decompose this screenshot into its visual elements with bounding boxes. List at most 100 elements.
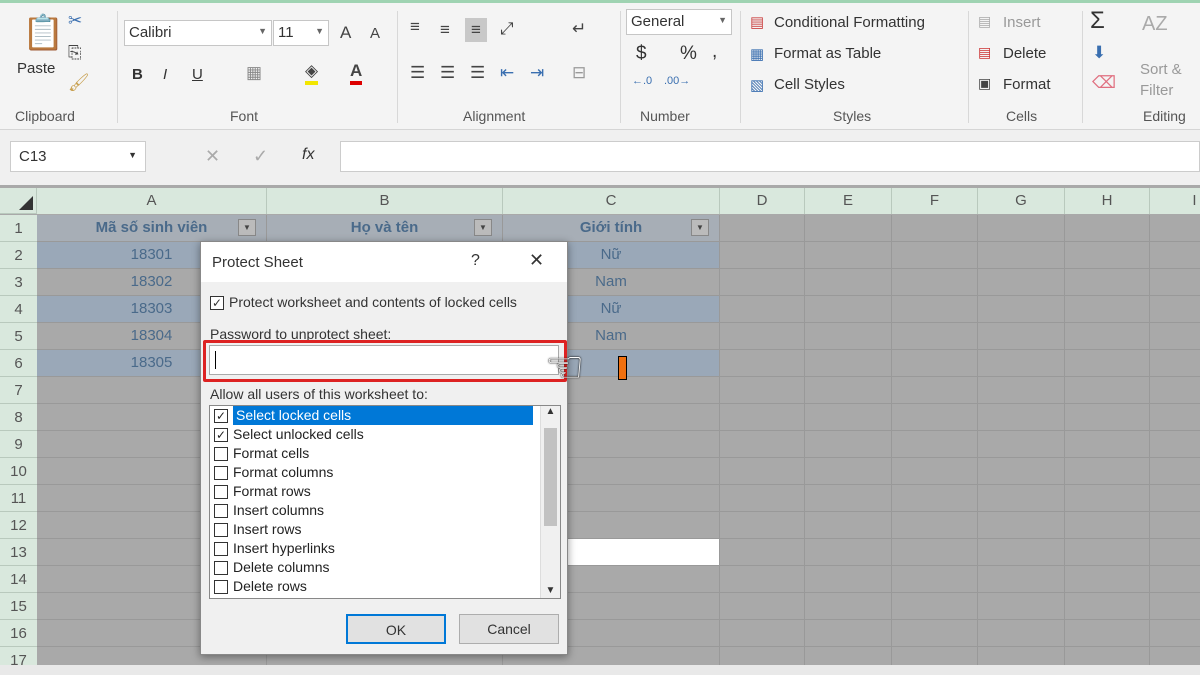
cell-H13[interactable] bbox=[1065, 539, 1150, 566]
borders-icon[interactable]: ▦ bbox=[246, 63, 262, 83]
permission-item[interactable]: Insert hyperlinks bbox=[210, 539, 560, 558]
column-header-b[interactable]: B bbox=[267, 188, 503, 214]
increase-indent-icon[interactable]: ⇥ bbox=[530, 63, 544, 83]
cell-G13[interactable] bbox=[978, 539, 1065, 566]
row-header-4[interactable]: 4 bbox=[0, 296, 37, 323]
table-header[interactable]: Giới tính bbox=[503, 215, 720, 242]
formula-input[interactable] bbox=[340, 141, 1200, 172]
cell-D10[interactable] bbox=[720, 458, 805, 485]
cell-H4[interactable] bbox=[1065, 296, 1150, 323]
cell-E5[interactable] bbox=[805, 323, 892, 350]
row-header-1[interactable]: 1 bbox=[0, 215, 37, 242]
cancel-formula-icon[interactable]: ✕ bbox=[205, 146, 220, 167]
row-header-8[interactable]: 8 bbox=[0, 404, 37, 431]
cell-I11[interactable] bbox=[1150, 485, 1200, 512]
delete-button[interactable]: Delete bbox=[1003, 45, 1046, 62]
cell-I6[interactable] bbox=[1150, 350, 1200, 377]
cell-I8[interactable] bbox=[1150, 404, 1200, 431]
cell-H11[interactable] bbox=[1065, 485, 1150, 512]
cell-H7[interactable] bbox=[1065, 377, 1150, 404]
checkbox-icon[interactable] bbox=[214, 580, 228, 595]
cell-H15[interactable] bbox=[1065, 593, 1150, 620]
filter-dropdown-icon[interactable]: ▼ bbox=[474, 219, 492, 236]
cell-D15[interactable] bbox=[720, 593, 805, 620]
column-header-e[interactable]: E bbox=[805, 188, 892, 214]
cell-styles-button[interactable]: Cell Styles bbox=[774, 76, 845, 93]
row-header-2[interactable]: 2 bbox=[0, 242, 37, 269]
scroll-thumb[interactable] bbox=[544, 428, 557, 526]
checkbox-icon[interactable] bbox=[214, 504, 228, 519]
cell-E11[interactable] bbox=[805, 485, 892, 512]
cell-F12[interactable] bbox=[892, 512, 978, 539]
checkbox-icon[interactable] bbox=[214, 561, 228, 576]
cell-F13[interactable] bbox=[892, 539, 978, 566]
font-size-combo[interactable]: 11 ▼ bbox=[273, 20, 329, 46]
row-header-14[interactable]: 14 bbox=[0, 566, 37, 593]
cell-H8[interactable] bbox=[1065, 404, 1150, 431]
cell-E6[interactable] bbox=[805, 350, 892, 377]
table-header[interactable]: Họ và tên bbox=[267, 215, 503, 242]
cell-G15[interactable] bbox=[978, 593, 1065, 620]
row-header-5[interactable]: 5 bbox=[0, 323, 37, 350]
increase-decimal-icon[interactable]: ←.0 bbox=[632, 75, 652, 87]
row-header-7[interactable]: 7 bbox=[0, 377, 37, 404]
column-header-h[interactable]: H bbox=[1065, 188, 1150, 214]
column-header-g[interactable]: G bbox=[978, 188, 1065, 214]
align-top-icon[interactable]: ≡ bbox=[410, 17, 420, 37]
sort-filter-label-2[interactable]: Filter bbox=[1140, 82, 1173, 99]
cell-I3[interactable] bbox=[1150, 269, 1200, 296]
cell-F4[interactable] bbox=[892, 296, 978, 323]
filter-dropdown-icon[interactable]: ▼ bbox=[238, 219, 256, 236]
cell-H9[interactable] bbox=[1065, 431, 1150, 458]
ok-button[interactable]: OK bbox=[346, 614, 446, 644]
scroll-down-icon[interactable]: ▼ bbox=[541, 585, 560, 596]
cell-H6[interactable] bbox=[1065, 350, 1150, 377]
align-middle-icon[interactable]: ≡ bbox=[440, 20, 450, 40]
checkbox-icon[interactable]: ✓ bbox=[214, 409, 228, 424]
cell-E12[interactable] bbox=[805, 512, 892, 539]
cell-I10[interactable] bbox=[1150, 458, 1200, 485]
cell-E4[interactable] bbox=[805, 296, 892, 323]
cell-E1[interactable] bbox=[805, 215, 892, 242]
decrease-indent-icon[interactable]: ⇤ bbox=[500, 63, 514, 83]
underline-button[interactable]: U bbox=[192, 66, 203, 83]
column-header-f[interactable]: F bbox=[892, 188, 978, 214]
cell-F16[interactable] bbox=[892, 620, 978, 647]
cell-D8[interactable] bbox=[720, 404, 805, 431]
italic-button[interactable]: I bbox=[163, 66, 167, 83]
cell-F14[interactable] bbox=[892, 566, 978, 593]
font-name-combo[interactable]: Calibri ▼ bbox=[124, 20, 272, 46]
sort-filter-icon[interactable]: AZ bbox=[1142, 13, 1168, 36]
cell-F11[interactable] bbox=[892, 485, 978, 512]
row-header-15[interactable]: 15 bbox=[0, 593, 37, 620]
permission-item[interactable]: Delete columns bbox=[210, 558, 560, 577]
permission-item[interactable]: Delete rows bbox=[210, 577, 560, 596]
align-left-icon[interactable]: ☰ bbox=[410, 63, 425, 83]
format-button[interactable]: Format bbox=[1003, 76, 1051, 93]
permission-item[interactable]: ✓ Select unlocked cells bbox=[210, 425, 560, 444]
clear-icon[interactable]: ⌫ bbox=[1092, 73, 1116, 93]
filter-dropdown-icon[interactable]: ▼ bbox=[691, 219, 709, 236]
list-scrollbar[interactable]: ▲ ▼ bbox=[540, 406, 560, 598]
cell-E14[interactable] bbox=[805, 566, 892, 593]
decrease-decimal-icon[interactable]: .00→ bbox=[664, 75, 690, 87]
cell-F9[interactable] bbox=[892, 431, 978, 458]
permission-item[interactable]: Format columns bbox=[210, 463, 560, 482]
cell-I12[interactable] bbox=[1150, 512, 1200, 539]
percent-button[interactable]: % bbox=[680, 43, 697, 65]
insert-function-button[interactable]: fx bbox=[302, 146, 314, 164]
cell-I16[interactable] bbox=[1150, 620, 1200, 647]
row-header-11[interactable]: 11 bbox=[0, 485, 37, 512]
permission-item[interactable]: Format rows bbox=[210, 482, 560, 501]
cut-icon[interactable]: ✂ bbox=[68, 11, 82, 31]
checkbox-icon[interactable] bbox=[214, 485, 228, 500]
cell-D12[interactable] bbox=[720, 512, 805, 539]
cell-H2[interactable] bbox=[1065, 242, 1150, 269]
copy-icon[interactable]: ⎘ bbox=[68, 43, 82, 63]
cell-I15[interactable] bbox=[1150, 593, 1200, 620]
select-all-corner[interactable] bbox=[0, 188, 37, 214]
cell-F10[interactable] bbox=[892, 458, 978, 485]
cell-E16[interactable] bbox=[805, 620, 892, 647]
checkbox-icon[interactable] bbox=[214, 542, 228, 557]
cell-I1[interactable] bbox=[1150, 215, 1200, 242]
